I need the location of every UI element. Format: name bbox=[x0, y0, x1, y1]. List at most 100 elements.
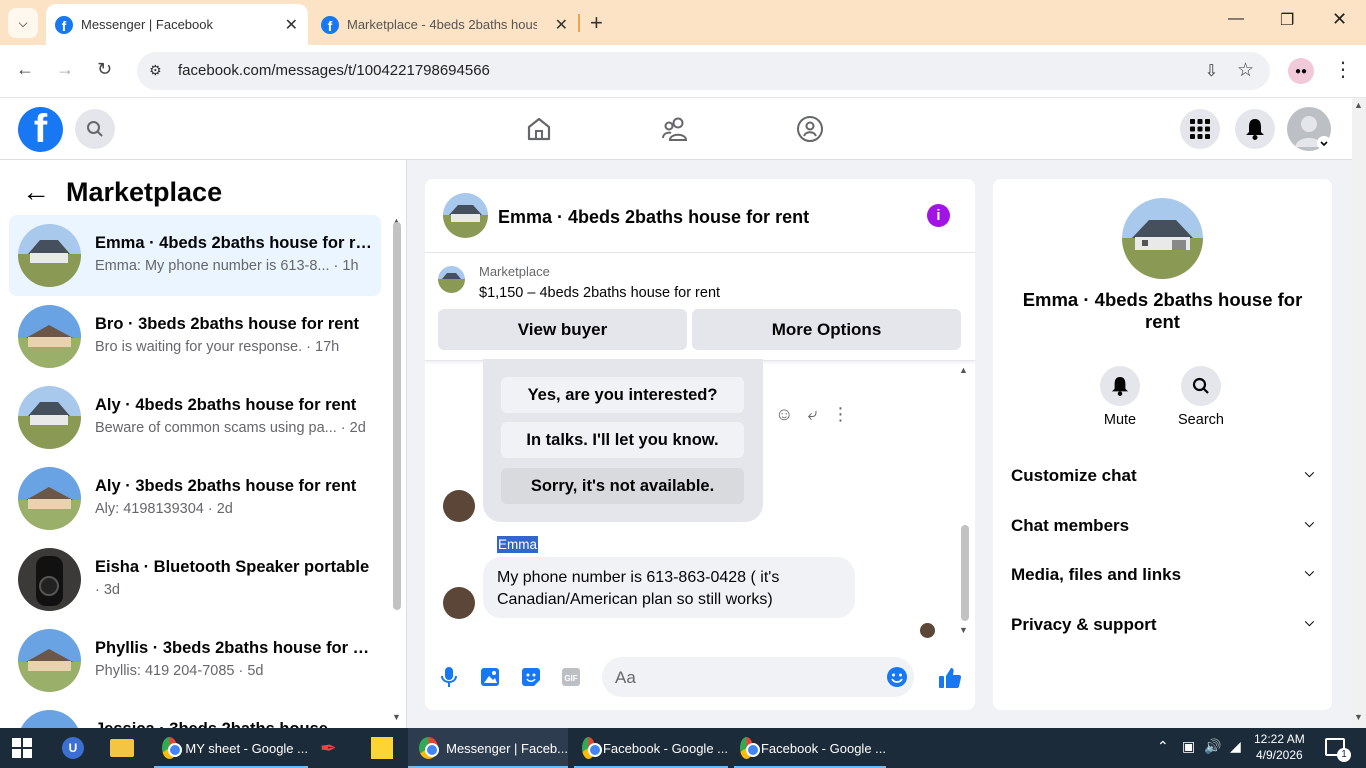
account-avatar[interactable] bbox=[1287, 107, 1331, 151]
browser-menu-icon[interactable]: ⋮ bbox=[1333, 57, 1353, 82]
search-button[interactable] bbox=[75, 109, 115, 149]
voice-clip-button[interactable] bbox=[438, 666, 460, 688]
reply-icon[interactable]: ⤶ bbox=[807, 404, 817, 425]
mute-button[interactable]: Mute bbox=[1090, 366, 1150, 428]
scroll-down-arrow-icon[interactable]: ▼ bbox=[392, 712, 401, 722]
left-scrollbar[interactable] bbox=[393, 222, 401, 610]
sender-avatar[interactable] bbox=[443, 587, 475, 619]
close-window-button[interactable]: ✕ bbox=[1332, 9, 1347, 30]
chat-scrollbar[interactable] bbox=[961, 525, 969, 621]
section-privacy-support[interactable]: Privacy & support ⌵ bbox=[1011, 615, 1314, 635]
browser-profile-avatar[interactable]: ●● bbox=[1288, 58, 1314, 84]
groups-nav-button[interactable] bbox=[795, 114, 825, 144]
sticker-button[interactable] bbox=[520, 666, 542, 688]
taskbar-item-messenger[interactable]: Messenger | Faceb... bbox=[408, 728, 568, 768]
shield-app-icon: U bbox=[62, 737, 84, 759]
home-icon bbox=[527, 117, 551, 141]
taskbar-item-my-sheet[interactable]: MY sheet - Google ... bbox=[154, 728, 308, 768]
listing-thumbnail[interactable] bbox=[438, 266, 465, 293]
search-in-conversation-button[interactable]: Search bbox=[1171, 366, 1231, 428]
reload-button[interactable]: ↻ bbox=[97, 59, 112, 80]
vpn-app-button[interactable]: U bbox=[62, 728, 84, 768]
home-nav-button[interactable] bbox=[524, 114, 554, 144]
conversation-item-phyllis[interactable]: Phyllis · 3beds 2baths house for rent Ph… bbox=[9, 620, 381, 701]
listing-banner: Marketplace $1,150 – 4beds 2baths house … bbox=[425, 253, 975, 361]
conversation-item-aly-4beds[interactable]: Aly · 4beds 2baths house for rent Beware… bbox=[9, 377, 381, 458]
site-info-icon[interactable]: ⚙ bbox=[149, 62, 162, 79]
close-tab-icon[interactable]: ✕ bbox=[285, 15, 298, 35]
conversation-preview: Emma: My phone number is 613-8... · 1h bbox=[95, 258, 359, 274]
taskbar-item-facebook-1[interactable]: Facebook - Google ... bbox=[574, 728, 728, 768]
tab-messenger[interactable]: f Messenger | Facebook ✕ bbox=[46, 4, 308, 45]
attach-photo-button[interactable] bbox=[479, 666, 501, 688]
minimize-button[interactable]: — bbox=[1228, 10, 1244, 28]
sender-avatar[interactable] bbox=[443, 490, 475, 522]
quick-reply-not-available[interactable]: Sorry, it's not available. bbox=[501, 468, 744, 504]
battery-icon[interactable]: ▣ bbox=[1182, 738, 1195, 755]
quick-reply-in-talks[interactable]: In talks. I'll let you know. bbox=[501, 422, 744, 458]
conversation-item-emma[interactable]: Emma · 4beds 2baths house for rent Emma:… bbox=[9, 215, 381, 296]
tab-title: Messenger | Facebook bbox=[81, 17, 213, 32]
back-button[interactable]: ← bbox=[16, 59, 34, 80]
conversation-item-bro[interactable]: Bro · 3beds 2baths house for rent Bro is… bbox=[9, 296, 381, 377]
view-buyer-button[interactable]: View buyer bbox=[438, 309, 687, 350]
bookmark-star-icon[interactable]: ☆ bbox=[1237, 59, 1254, 82]
listing-avatar[interactable] bbox=[443, 193, 488, 238]
info-icon[interactable]: i bbox=[927, 204, 950, 227]
page-scrollbar[interactable]: ▲ ▼ bbox=[1352, 98, 1366, 728]
conversation-item-eisha[interactable]: Eisha · Bluetooth Speaker portable · 3d bbox=[9, 539, 381, 620]
install-app-icon[interactable]: ⇩ bbox=[1205, 61, 1218, 81]
chat-title[interactable]: Emma · 4beds 2baths house for rent bbox=[498, 207, 809, 228]
tab-search-button[interactable]: ⌵ bbox=[8, 8, 38, 38]
network-icon[interactable]: ◢ bbox=[1230, 738, 1241, 755]
conversation-preview: Bro is waiting for your response. · 17h bbox=[95, 339, 340, 355]
omnibox[interactable]: ⚙ facebook.com/messages/t/10042217986945… bbox=[137, 52, 1270, 90]
tab-marketplace[interactable]: f Marketplace - 4beds 2baths house ✕ bbox=[312, 4, 578, 45]
back-arrow-icon[interactable]: ← bbox=[22, 176, 50, 208]
close-tab-icon[interactable]: ✕ bbox=[555, 15, 568, 35]
listing-avatar-large[interactable] bbox=[1122, 198, 1203, 279]
bell-icon bbox=[1111, 377, 1129, 396]
friends-nav-button[interactable] bbox=[660, 114, 690, 144]
facebook-logo[interactable]: f bbox=[18, 107, 63, 152]
more-options-button[interactable]: More Options bbox=[692, 309, 961, 350]
quick-reply-yes[interactable]: Yes, are you interested? bbox=[501, 377, 744, 413]
house-thumbnail bbox=[18, 386, 81, 449]
section-chat-members[interactable]: Chat members ⌵ bbox=[1011, 516, 1314, 536]
section-customize-chat[interactable]: Customize chat ⌵ bbox=[1011, 466, 1314, 486]
taskbar-item-facebook-2[interactable]: Facebook - Google ... bbox=[734, 728, 886, 768]
tab-separator bbox=[578, 14, 580, 32]
scroll-up-arrow-icon[interactable]: ▲ bbox=[1354, 100, 1363, 110]
scroll-down-arrow-icon[interactable]: ▼ bbox=[1354, 712, 1363, 722]
url-text[interactable]: facebook.com/messages/t/1004221798694566 bbox=[178, 62, 490, 79]
menu-button[interactable] bbox=[1180, 109, 1220, 149]
forward-button[interactable]: → bbox=[56, 59, 74, 80]
conversation-item-jessica[interactable]: Jessica · 3beds 2baths house bbox=[9, 701, 381, 728]
groups-icon bbox=[797, 116, 823, 142]
scroll-down-arrow-icon[interactable]: ▼ bbox=[959, 625, 968, 635]
react-emoji-icon[interactable]: ☺ bbox=[775, 404, 793, 425]
notifications-button[interactable] bbox=[1235, 109, 1275, 149]
system-clock[interactable]: 12:22 AM 4/9/2026 bbox=[1254, 731, 1305, 763]
restore-button[interactable]: ❐ bbox=[1280, 10, 1294, 30]
section-media-files-links[interactable]: Media, files and links ⌵ bbox=[1011, 565, 1314, 585]
color-picker-app-button[interactable]: ✒ bbox=[320, 728, 337, 768]
file-explorer-button[interactable] bbox=[110, 728, 134, 768]
gif-button[interactable]: GIF bbox=[560, 666, 582, 688]
facebook-header: f bbox=[0, 98, 1352, 160]
message-input[interactable]: Aa bbox=[602, 657, 914, 697]
start-button[interactable] bbox=[12, 728, 32, 768]
scroll-up-arrow-icon[interactable]: ▲ bbox=[959, 365, 968, 375]
volume-icon[interactable]: 🔊 bbox=[1204, 738, 1221, 755]
sticky-notes-button[interactable] bbox=[371, 728, 393, 768]
emoji-icon[interactable] bbox=[886, 666, 908, 688]
new-tab-button[interactable]: + bbox=[590, 10, 603, 36]
more-actions-icon[interactable]: ⋮ bbox=[831, 404, 849, 425]
tray-overflow-icon[interactable]: ⌃ bbox=[1157, 738, 1169, 755]
like-button[interactable] bbox=[937, 665, 963, 691]
message-bubble[interactable]: My phone number is 613-863-0428 ( it's C… bbox=[483, 557, 855, 618]
listing-price[interactable]: $1,150 – 4beds 2baths house for rent bbox=[479, 285, 720, 301]
conversation-name: Bro · 3beds 2baths house for rent bbox=[95, 315, 360, 333]
conversation-item-aly-3beds[interactable]: Aly · 3beds 2baths house for rent Aly: 4… bbox=[9, 458, 381, 539]
notification-center-button[interactable]: 1 bbox=[1325, 738, 1351, 762]
